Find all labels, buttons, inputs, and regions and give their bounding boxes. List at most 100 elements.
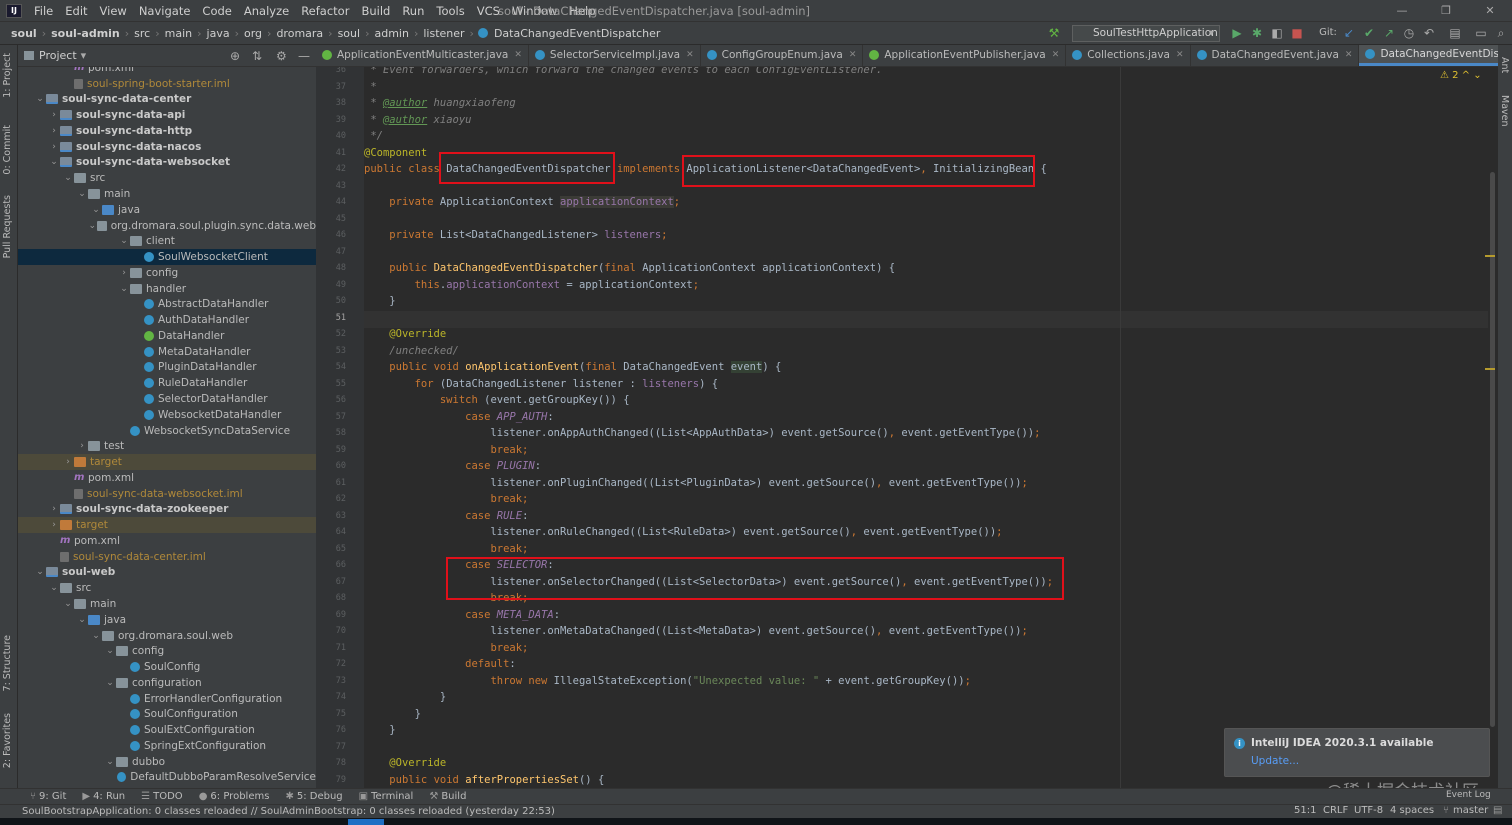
tree-item[interactable]: ⌄ main: [18, 596, 316, 612]
tree-item[interactable]: SoulConfig: [18, 659, 316, 675]
editor-tab[interactable]: ApplicationEventMulticaster.java ✕: [316, 45, 529, 66]
debug-icon[interactable]: ✱: [1250, 26, 1264, 40]
tree-item[interactable]: DataHandler: [18, 328, 316, 344]
close-tab-icon[interactable]: ✕: [1345, 50, 1353, 60]
tree-item[interactable]: ⌄ config: [18, 643, 316, 659]
update-link[interactable]: Update...: [1251, 755, 1299, 767]
tree-item[interactable]: › target: [18, 517, 316, 534]
editor-tab[interactable]: ApplicationEventPublisher.java ✕: [863, 45, 1067, 66]
collapse-all-icon[interactable]: ⇅: [252, 49, 262, 63]
chevron-down-icon[interactable]: ⌄: [76, 189, 88, 199]
project-structure-icon[interactable]: ▤: [1448, 26, 1462, 40]
locate-icon[interactable]: ⊕: [230, 49, 240, 63]
chevron-down-icon[interactable]: ⌄: [48, 583, 60, 593]
coverage-icon[interactable]: ◧: [1270, 26, 1284, 40]
code-editor[interactable]: * Event forwarders, which forward the ch…: [364, 67, 1488, 788]
bottom-tool-6-problems[interactable]: ● 6: Problems: [191, 791, 278, 802]
chevron-down-icon[interactable]: ⌄: [34, 567, 46, 577]
tree-item[interactable]: ⌄ client: [18, 233, 316, 249]
chevron-right-icon[interactable]: ›: [48, 504, 60, 514]
chevron-down-icon[interactable]: ⌄: [76, 615, 88, 625]
tree-item[interactable]: ⌄ configuration: [18, 675, 316, 691]
chevron-right-icon[interactable]: ›: [48, 520, 60, 530]
project-title[interactable]: Project: [39, 49, 77, 62]
minimize-button[interactable]: —: [1380, 0, 1424, 22]
editor-tab[interactable]: ConfigGroupEnum.java ✕: [701, 45, 864, 66]
tree-item[interactable]: AbstractDataHandler: [18, 297, 316, 313]
stop-icon[interactable]: ■: [1290, 26, 1304, 40]
bottom-tool-terminal[interactable]: ▣ Terminal: [351, 791, 422, 802]
status-message[interactable]: SoulBootstrapApplication: 0 classes relo…: [0, 806, 555, 817]
tree-item[interactable]: soul-spring-boot-starter.iml: [18, 76, 316, 92]
history-icon[interactable]: ◷: [1402, 26, 1416, 40]
event-log-button[interactable]: Event Log: [1446, 790, 1491, 800]
tree-item[interactable]: WebsocketSyncDataService: [18, 423, 316, 439]
editor-tab[interactable]: SelectorServiceImpl.java ✕: [529, 45, 701, 66]
chevron-down-icon[interactable]: ⌄: [90, 205, 102, 215]
line-separator[interactable]: CRLF: [1323, 804, 1348, 818]
breadcrumb-item[interactable]: soul: [335, 27, 364, 40]
tree-item[interactable]: ⌄ src: [18, 580, 316, 596]
run-icon[interactable]: ▶: [1230, 26, 1244, 40]
file-encoding[interactable]: UTF-8: [1354, 804, 1383, 818]
breadcrumb-item[interactable]: admin: [371, 27, 411, 40]
breadcrumb-item[interactable]: src: [131, 27, 153, 40]
bottom-tool-5-debug[interactable]: ✱ 5: Debug: [277, 791, 350, 802]
build-hammer-icon[interactable]: ⚒: [1047, 26, 1061, 40]
chevron-down-icon[interactable]: ⌄: [87, 221, 97, 231]
bottom-tool-9-git[interactable]: ⑂ 9: Git: [22, 791, 74, 802]
menu-item-code[interactable]: Code: [196, 4, 237, 18]
chevron-right-icon[interactable]: ›: [48, 142, 60, 152]
close-tab-icon[interactable]: ✕: [1176, 50, 1184, 60]
tree-item[interactable]: DefaultDubboParamResolveService: [18, 770, 316, 786]
tree-item[interactable]: m pom.xml: [18, 533, 316, 549]
chevron-right-icon[interactable]: ›: [118, 268, 130, 278]
breadcrumb-item[interactable]: main: [162, 27, 195, 40]
editor-scrollbar[interactable]: [1488, 67, 1498, 788]
chevron-down-icon[interactable]: ⌄: [118, 284, 130, 294]
tree-item[interactable]: SelectorDataHandler: [18, 391, 316, 407]
chevron-down-icon[interactable]: ⌄: [118, 236, 130, 246]
bottom-tool-4-run[interactable]: ▶ 4: Run: [74, 791, 133, 802]
run-config-select[interactable]: SoulTestHttpApplication: [1072, 25, 1220, 42]
warning-marker[interactable]: [1485, 368, 1495, 370]
tree-item[interactable]: ⌄ java: [18, 202, 316, 218]
tree-item[interactable]: RuleDataHandler: [18, 375, 316, 391]
close-tab-icon[interactable]: ✕: [849, 50, 857, 60]
breadcrumb-item[interactable]: java: [204, 27, 233, 40]
menu-item-tools[interactable]: Tools: [430, 4, 470, 18]
chevron-down-icon[interactable]: ⌄: [62, 173, 74, 183]
hide-panel-icon[interactable]: —: [298, 49, 310, 63]
chevron-right-icon[interactable]: ›: [48, 126, 60, 136]
breadcrumb-item[interactable]: dromara: [273, 27, 326, 40]
tree-item[interactable]: SoulConfiguration: [18, 707, 316, 723]
git-branch[interactable]: master: [1453, 804, 1488, 818]
editor-tab[interactable]: DataChangedEventDispatcher.java✕: [1359, 45, 1498, 66]
menu-item-file[interactable]: File: [28, 4, 59, 18]
git-commit-icon[interactable]: ✔: [1362, 26, 1376, 40]
tree-item[interactable]: ⌄ handler: [18, 281, 316, 297]
tree-item[interactable]: ⌄ soul-sync-data-websocket: [18, 155, 316, 171]
editor-tab[interactable]: Collections.java ✕: [1066, 45, 1191, 66]
tool-structure[interactable]: 7: Structure: [2, 635, 13, 691]
maximize-button[interactable]: ❐: [1424, 0, 1468, 22]
tree-item[interactable]: › soul-sync-data-api: [18, 107, 316, 123]
tree-item[interactable]: ⌄ soul-sync-data-center: [18, 92, 316, 108]
tree-item[interactable]: › soul-sync-data-nacos: [18, 139, 316, 155]
menu-item-edit[interactable]: Edit: [59, 4, 93, 18]
chevron-down-icon[interactable]: ⌄: [34, 94, 46, 104]
close-button[interactable]: ✕: [1468, 0, 1512, 22]
chevron-down-icon[interactable]: ⌄: [62, 599, 74, 609]
breadcrumb-item[interactable]: org: [241, 27, 265, 40]
tree-item[interactable]: WebsocketDataHandler: [18, 407, 316, 423]
menu-item-build[interactable]: Build: [355, 4, 396, 18]
settings-gear-icon[interactable]: ⚙: [276, 49, 287, 63]
tree-item[interactable]: m pom.xml: [18, 470, 316, 486]
tree-item[interactable]: › config: [18, 265, 316, 281]
tree-item[interactable]: AuthDataHandler: [18, 312, 316, 328]
search-icon[interactable]: ⌕: [1494, 26, 1508, 40]
bottom-tool-build[interactable]: ⚒ Build: [421, 791, 474, 802]
rollback-icon[interactable]: ↶: [1422, 26, 1436, 40]
cursor-position[interactable]: 51:1: [1294, 804, 1316, 818]
chevron-down-icon[interactable]: ⌄: [48, 157, 60, 167]
